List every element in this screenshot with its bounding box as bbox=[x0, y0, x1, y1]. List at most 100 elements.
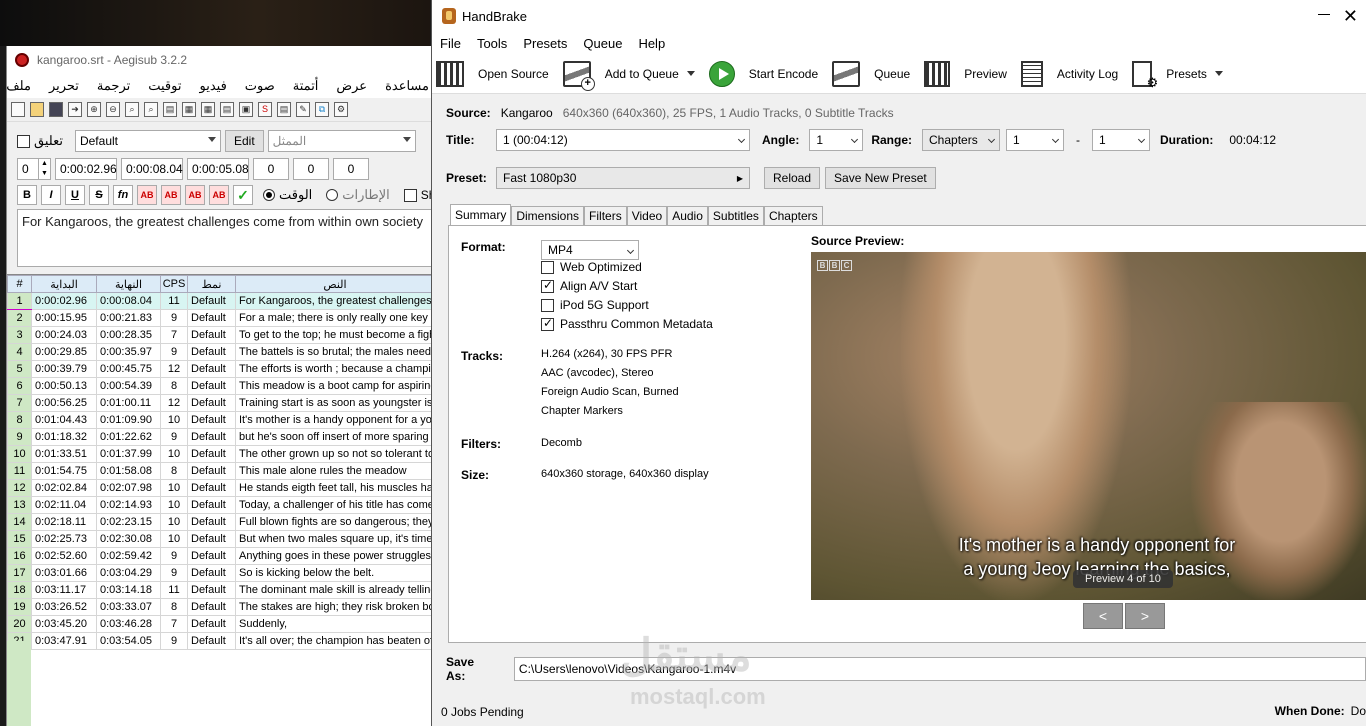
angle-combo[interactable]: 1 bbox=[809, 129, 864, 151]
grid-row[interactable]: 17 0:03:01.66 0:03:04.29 9 Default So is kick… bbox=[7, 564, 435, 582]
duration-field[interactable]: 0:00:05.08 bbox=[187, 158, 249, 180]
aegisub-menu-item[interactable]: ترجمة bbox=[96, 78, 131, 94]
attachments-icon[interactable]: ▦ bbox=[201, 102, 215, 117]
aegisub-menu-item[interactable]: أتمتة bbox=[292, 78, 320, 94]
style-combo[interactable]: Default bbox=[74, 130, 221, 152]
handbrake-menu-item[interactable]: Help bbox=[638, 36, 665, 51]
aegisub-menu-item[interactable]: فيديو bbox=[198, 78, 227, 94]
open-source-button[interactable]: Open Source bbox=[436, 60, 549, 87]
grid-row[interactable]: 20 0:03:45.20 0:03:46.28 7 Default Suddenly, bbox=[7, 615, 435, 633]
grid-column-header[interactable]: البداية bbox=[31, 275, 97, 293]
grid-column-header[interactable]: النهاية bbox=[96, 275, 161, 293]
handbrake-menu-item[interactable]: Tools bbox=[477, 36, 507, 51]
when-done-value[interactable]: Do bbox=[1351, 704, 1366, 718]
grid-row[interactable]: 18 0:03:11.17 0:03:14.18 11 Default The domin… bbox=[7, 581, 435, 599]
grid-row[interactable]: 5 0:00:39.79 0:00:45.75 12 Default The effort… bbox=[7, 360, 435, 378]
summary-option[interactable]: iPod 5G Support bbox=[541, 298, 649, 312]
handbrake-menu-item[interactable]: Queue bbox=[583, 36, 622, 51]
grid-row[interactable]: 13 0:02:11.04 0:02:14.93 10 Default Today, a … bbox=[7, 496, 435, 514]
italic-button[interactable]: I bbox=[41, 185, 61, 205]
grid-row[interactable]: 12 0:02:02.84 0:02:07.98 10 Default He stands… bbox=[7, 479, 435, 497]
preview-next-button[interactable]: > bbox=[1125, 603, 1165, 629]
queue-button[interactable]: Queue bbox=[832, 60, 910, 87]
jump-icon[interactable]: ➜ bbox=[68, 102, 82, 117]
fonts-icon[interactable]: ▤ bbox=[220, 102, 234, 117]
options-icon[interactable]: ⚙ bbox=[334, 102, 348, 117]
preview-button[interactable]: Preview bbox=[924, 60, 1007, 87]
translation-icon[interactable]: ✎ bbox=[296, 102, 310, 117]
grid-row[interactable]: 10 0:01:33.51 0:01:37.99 10 Default The other… bbox=[7, 445, 435, 463]
chevron-down-icon[interactable] bbox=[1214, 71, 1223, 76]
outline-color-button[interactable]: AB bbox=[185, 185, 205, 205]
aegisub-menu-item[interactable]: توقيت bbox=[147, 78, 182, 94]
tab-video[interactable]: Video bbox=[626, 206, 668, 225]
open-folder-icon[interactable] bbox=[30, 102, 44, 117]
margin-vertical-field[interactable]: 0 bbox=[333, 158, 369, 180]
grid-row[interactable]: 7 0:00:56.25 0:01:00.11 12 Default Training s… bbox=[7, 394, 435, 412]
primary-color-button[interactable]: AB bbox=[137, 185, 157, 205]
aegisub-menu-item[interactable]: عرض bbox=[335, 78, 368, 94]
preview-prev-button[interactable]: < bbox=[1083, 603, 1123, 629]
add-to-queue-button[interactable]: Add to Queue bbox=[562, 60, 695, 91]
aegisub-menu-item[interactable]: مساعدة bbox=[384, 78, 430, 94]
aegisub-menu-item[interactable]: صوت bbox=[244, 78, 276, 94]
minimize-icon[interactable] bbox=[1318, 14, 1330, 15]
new-file-icon[interactable] bbox=[11, 102, 25, 117]
comment-checkbox[interactable] bbox=[17, 134, 30, 148]
grid-row[interactable]: 1 0:00:02.96 0:00:08.04 11 Default For Kangar… bbox=[7, 292, 435, 310]
save-new-preset-button[interactable]: Save New Preset bbox=[825, 167, 936, 189]
show-original-checkbox[interactable] bbox=[403, 188, 417, 202]
summary-option[interactable]: Web Optimized bbox=[541, 260, 642, 274]
tab-audio[interactable]: Audio bbox=[667, 206, 708, 225]
aegisub-menu-item[interactable]: ملف bbox=[5, 78, 32, 94]
subtitle-text-editor[interactable]: For Kangaroos, the greatest challenges c… bbox=[17, 209, 435, 267]
grid-column-header[interactable]: CPS bbox=[160, 275, 188, 293]
grid-column-header[interactable]: النص bbox=[235, 275, 435, 293]
layer-spin[interactable]: 0 ▲ ▼ bbox=[17, 158, 51, 180]
grid-column-header[interactable]: نمط bbox=[187, 275, 236, 293]
range-start-combo[interactable]: 1 bbox=[1006, 129, 1065, 151]
range-end-combo[interactable]: 1 bbox=[1092, 129, 1151, 151]
summary-option[interactable]: Passthru Common Metadata bbox=[541, 316, 713, 331]
save-icon[interactable] bbox=[49, 102, 63, 117]
bold-button[interactable]: B bbox=[17, 185, 37, 205]
timing-icon[interactable]: ▣ bbox=[239, 102, 253, 117]
start-encode-button[interactable]: Start Encode bbox=[708, 60, 818, 87]
range-combo[interactable]: Chapters bbox=[922, 129, 1001, 151]
zoom-in-icon[interactable]: ⊕ bbox=[87, 102, 101, 117]
actor-combo[interactable]: الممثل bbox=[267, 130, 416, 152]
tab-dimensions[interactable]: Dimensions bbox=[511, 206, 585, 225]
tab-chapters[interactable]: Chapters bbox=[763, 206, 823, 225]
find-icon[interactable]: ⌕ bbox=[125, 102, 139, 117]
grid-row[interactable]: 16 0:02:52.60 0:02:59.42 9 Default Anything g… bbox=[7, 547, 435, 565]
shadow-color-button[interactable]: AB bbox=[209, 185, 229, 205]
grid-row[interactable]: 11 0:01:54.75 0:01:58.08 8 Default This male … bbox=[7, 462, 435, 480]
replace-icon[interactable]: ⌕ bbox=[144, 102, 158, 117]
time-radio[interactable] bbox=[263, 189, 275, 201]
spellcheck-icon[interactable]: ▤ bbox=[277, 102, 291, 117]
font-button[interactable]: fn bbox=[113, 185, 133, 205]
presets-button[interactable]: Presets bbox=[1132, 60, 1223, 91]
paste-icon[interactable]: ⧉ bbox=[315, 102, 329, 117]
start-time-field[interactable]: 0:00:02.96 bbox=[55, 158, 117, 180]
commit-check-icon[interactable]: ✓ bbox=[233, 185, 253, 205]
option-checkbox[interactable] bbox=[541, 316, 554, 331]
grid-row[interactable]: 3 0:00:24.03 0:00:28.35 7 Default To get to t… bbox=[7, 326, 435, 344]
option-checkbox[interactable] bbox=[541, 260, 554, 274]
end-time-field[interactable]: 0:00:08.04 bbox=[121, 158, 183, 180]
activity-log-button[interactable]: Activity Log bbox=[1020, 60, 1118, 87]
handbrake-menu-item[interactable]: File bbox=[440, 36, 461, 51]
underline-button[interactable]: U bbox=[65, 185, 85, 205]
grid-row[interactable]: 4 0:00:29.85 0:00:35.97 9 Default The battels… bbox=[7, 343, 435, 361]
styles-icon[interactable]: ▤ bbox=[163, 102, 177, 117]
option-checkbox[interactable] bbox=[541, 298, 554, 312]
format-combo[interactable]: MP4 bbox=[541, 240, 639, 260]
properties-icon[interactable]: ▦ bbox=[182, 102, 196, 117]
automation-icon[interactable]: S bbox=[258, 102, 272, 117]
margin-left-field[interactable]: 0 bbox=[253, 158, 289, 180]
aegisub-menu-item[interactable]: تحرير bbox=[48, 78, 80, 94]
summary-option[interactable]: Align A/V Start bbox=[541, 278, 637, 293]
grid-row[interactable]: 6 0:00:50.13 0:00:54.39 8 Default This meadow… bbox=[7, 377, 435, 395]
title-combo[interactable]: 1 (00:04:12) bbox=[496, 129, 750, 151]
close-icon[interactable]: ✕ bbox=[1343, 6, 1358, 27]
